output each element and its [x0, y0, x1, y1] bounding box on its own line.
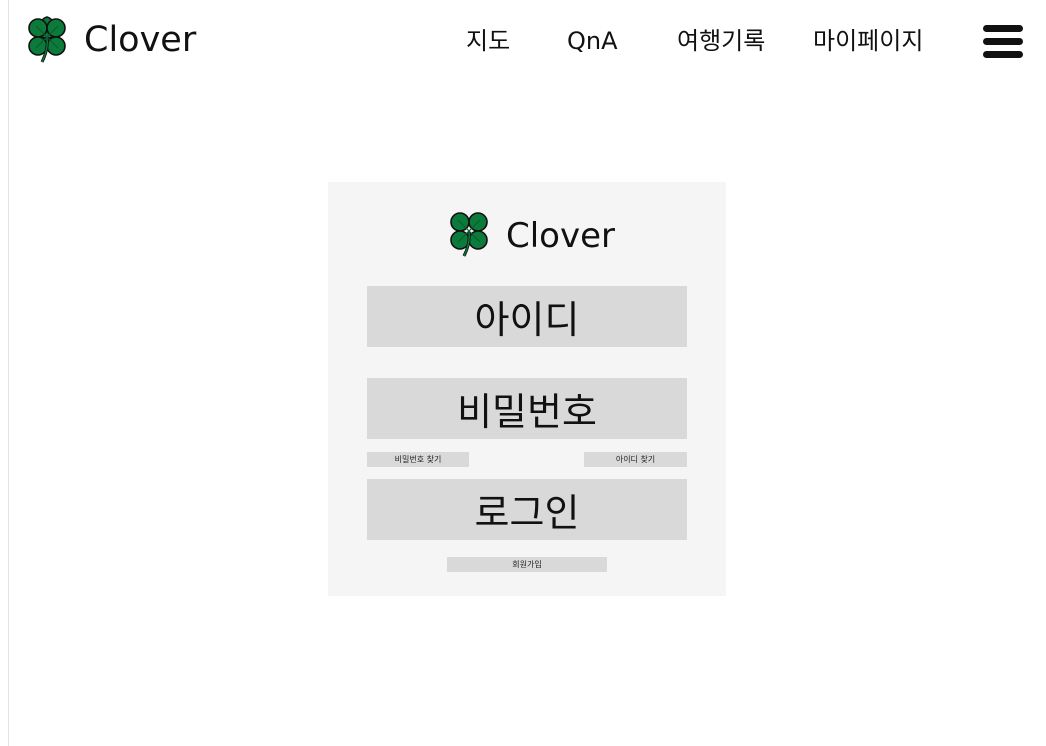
login-brand-name: Clover — [506, 216, 616, 256]
nav-item-travel-log[interactable]: 여행기록 — [677, 22, 765, 60]
hamburger-menu-icon[interactable] — [983, 25, 1023, 59]
left-divider — [8, 0, 9, 746]
login-page: Clover 지도 QnA 여행기록 마이페이지 Clover 아이디 비밀번호… — [0, 0, 1046, 746]
nav-item-mypage[interactable]: 마이페이지 — [813, 22, 923, 60]
login-card: Clover 아이디 비밀번호 비밀번호 찾기 아이디 찾기 로그인 회원가입 — [328, 182, 726, 596]
password-input[interactable]: 비밀번호 — [367, 378, 687, 439]
find-password-button[interactable]: 비밀번호 찾기 — [367, 452, 469, 467]
find-id-button[interactable]: 아이디 찾기 — [584, 452, 687, 467]
nav-item-map[interactable]: 지도 — [466, 22, 510, 60]
nav-item-qna[interactable]: QnA — [567, 22, 618, 60]
brand-name: Clover — [84, 20, 197, 60]
four-leaf-clover-icon — [24, 16, 70, 64]
signup-button[interactable]: 회원가입 — [447, 557, 607, 572]
login-brand: Clover — [446, 210, 615, 262]
four-leaf-clover-icon — [446, 210, 492, 262]
brand-logo[interactable]: Clover — [24, 14, 196, 66]
top-navigation-bar: Clover 지도 QnA 여행기록 마이페이지 — [0, 0, 1046, 82]
login-button[interactable]: 로그인 — [367, 479, 687, 540]
id-input[interactable]: 아이디 — [367, 286, 687, 347]
